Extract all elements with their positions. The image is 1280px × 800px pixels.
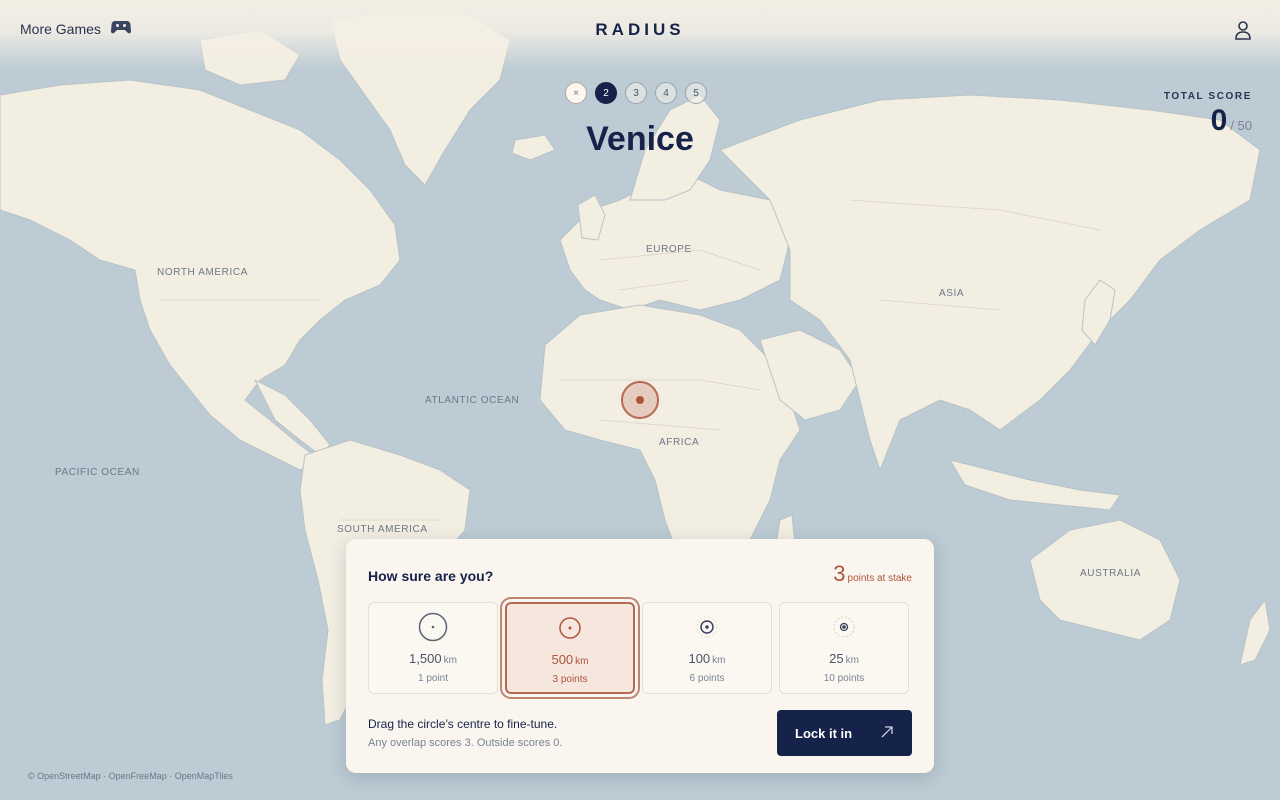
radius-option-1500[interactable]: 1,500 km 1 point <box>368 602 498 694</box>
guess-circle-handle[interactable] <box>621 381 659 419</box>
total-score-max: / 50 <box>1230 118 1252 133</box>
map-label-europe: EUROPE <box>646 244 692 255</box>
lock-it-in-label: Lock it in <box>795 725 853 741</box>
radius-medium-icon <box>555 613 585 648</box>
hint-drag: Drag the circle’s centre to fine-tune. <box>368 717 558 731</box>
radius-option-100[interactable]: 100 km 6 points <box>642 602 772 694</box>
option-unit: km <box>712 655 726 666</box>
option-points: 6 points <box>689 673 725 684</box>
option-points: 1 point <box>417 673 449 684</box>
round-5: 5 <box>685 82 707 104</box>
option-distance: 500 <box>551 652 574 667</box>
map-label-north-america: NORTH AMERICA <box>157 267 248 278</box>
option-points: 3 points <box>552 674 588 685</box>
total-score-label: TOTAL SCORE <box>1163 91 1252 102</box>
round-2: 2 <box>595 82 617 104</box>
option-distance: 100 <box>688 651 711 666</box>
map-label-pacific-ocean: PACIFIC OCEAN <box>55 467 140 478</box>
map-label-atlantic-ocean: ATLANTIC OCEAN <box>425 395 520 406</box>
radius-options: 1,500 km 1 point 500 km 3 points 100 km 6 p… <box>368 602 909 694</box>
points-at-stake: 3 points at stake <box>833 561 912 587</box>
option-points: 10 points <box>823 673 865 684</box>
radius-tiny-icon <box>829 612 859 647</box>
round-4: 4 <box>655 82 677 104</box>
round-1: × <box>565 82 587 104</box>
stake-text: points at stake <box>847 573 912 584</box>
map-label-africa: AFRICA <box>659 437 700 448</box>
arrow-up-right-icon <box>880 725 894 742</box>
round-indicator: × 2 3 4 5 <box>565 82 707 104</box>
panel-title: How sure are you? <box>368 568 494 584</box>
option-distance: 1,500 <box>409 651 442 666</box>
user-icon <box>1234 21 1252 44</box>
option-unit: km <box>575 656 589 667</box>
option-unit: km <box>845 655 859 666</box>
lock-it-in-button[interactable]: Lock it in <box>777 710 912 756</box>
confidence-panel: How sure are you? 3 points at stake 1,500… <box>346 539 934 773</box>
total-score: TOTAL SCORE 0/ 50 <box>1164 91 1252 138</box>
stake-value: 3 <box>833 561 846 586</box>
radius-option-500[interactable]: 500 km 3 points <box>505 602 635 694</box>
option-unit: km <box>443 655 457 666</box>
map-attribution: © OpenStreetMap · OpenFreeMap · OpenMapT… <box>28 771 233 781</box>
profile-button[interactable] <box>1234 20 1252 45</box>
brand-logo: RADIUS <box>595 20 685 39</box>
map-label-south-america: SOUTH AMERICA <box>337 524 428 535</box>
total-score-value: 0 <box>1210 104 1228 137</box>
target-city: Venice <box>586 120 694 158</box>
round-3: 3 <box>625 82 647 104</box>
radius-small-icon <box>692 612 722 647</box>
hint-scoring: Any overlap scores 3. Outside scores 0. <box>368 737 563 749</box>
map-label-asia: ASIA <box>939 288 965 299</box>
map-label-australia: AUSTRALIA <box>1080 568 1141 579</box>
radius-large-icon <box>418 612 448 647</box>
option-distance: 25 <box>829 651 844 666</box>
radius-option-25[interactable]: 25 km 10 points <box>779 602 909 694</box>
